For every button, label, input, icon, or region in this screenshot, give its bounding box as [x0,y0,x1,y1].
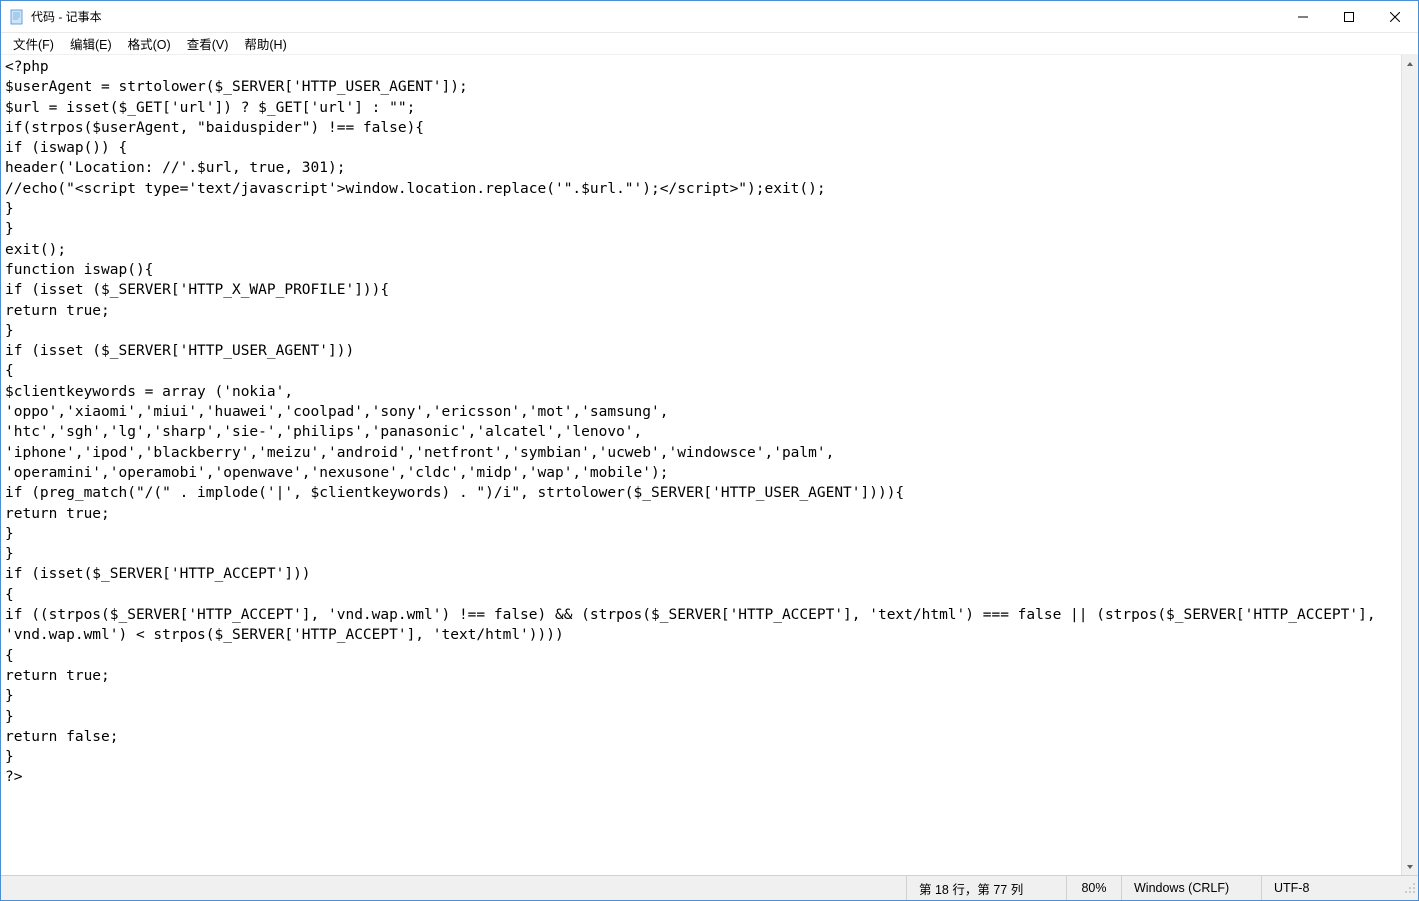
window-title: 代码 - 记事本 [31,8,1280,25]
statusbar: 第 18 行，第 77 列 80% Windows (CRLF) UTF-8 [1,875,1418,900]
titlebar: 代码 - 记事本 [1,1,1418,33]
content-area: <?php $userAgent = strtolower($_SERVER['… [1,55,1418,875]
menu-format[interactable]: 格式(O) [120,32,179,55]
scroll-up-arrow[interactable] [1402,55,1418,72]
maximize-button[interactable] [1326,1,1372,32]
scrollbar-track[interactable] [1402,72,1418,858]
status-zoom: 80% [1066,876,1121,900]
menu-view[interactable]: 查看(V) [179,32,237,55]
window-controls [1280,1,1418,32]
menubar: 文件(F) 编辑(E) 格式(O) 查看(V) 帮助(H) [1,33,1418,55]
minimize-button[interactable] [1280,1,1326,32]
text-editor[interactable]: <?php $userAgent = strtolower($_SERVER['… [1,55,1401,875]
status-lineending: Windows (CRLF) [1121,876,1261,900]
status-position: 第 18 行，第 77 列 [906,876,1066,900]
menu-edit[interactable]: 编辑(E) [62,32,120,55]
vertical-scrollbar[interactable] [1401,55,1418,875]
status-encoding: UTF-8 [1261,876,1401,900]
notepad-icon [9,9,25,25]
menu-file[interactable]: 文件(F) [5,32,62,55]
menu-help[interactable]: 帮助(H) [236,32,294,55]
notepad-window: 代码 - 记事本 文件(F) 编辑(E) 格式(O) 查看(V) 帮助(H) <… [0,0,1419,901]
resize-grip[interactable] [1401,880,1418,896]
close-button[interactable] [1372,1,1418,32]
scroll-down-arrow[interactable] [1402,858,1418,875]
